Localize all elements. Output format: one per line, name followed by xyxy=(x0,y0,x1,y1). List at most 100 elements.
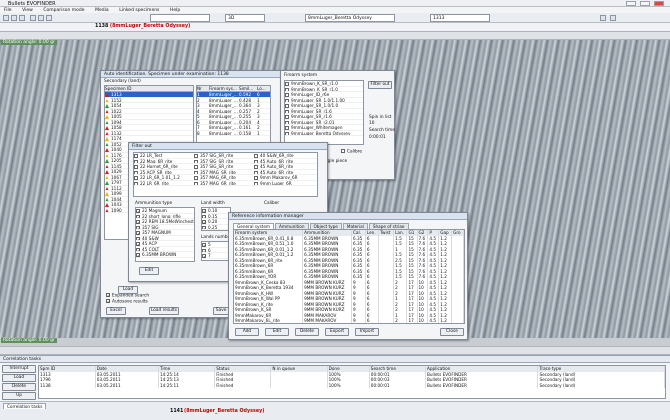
correlation-grid[interactable]: Spm ID Date Time Status N in queue Done Search… xyxy=(38,365,666,399)
ref-cell: 6 xyxy=(365,324,378,325)
firearm-system-list[interactable]: 9mmBrown_K_SR_r1.0 9mmBrown_K_SR_r1.0 9mmL… xyxy=(284,80,364,145)
checkbox[interactable] xyxy=(285,126,289,130)
land-width-list[interactable]: 0.100.150.200.25 xyxy=(201,207,231,231)
checkbox[interactable] xyxy=(136,225,140,230)
ref-cell: 9MM BROWN KURZ xyxy=(302,307,352,313)
up-task-button[interactable]: Up xyxy=(2,392,36,400)
firearm-icon xyxy=(194,159,198,164)
checkbox[interactable] xyxy=(136,247,140,252)
minimize-button[interactable] xyxy=(626,1,636,6)
delete-button[interactable]: Delete xyxy=(295,328,319,336)
filter-item: 45 Auto_6R_rite xyxy=(260,158,294,164)
similarity-row[interactable]: 8 8mmLuger_...0.158 1 xyxy=(197,130,270,136)
calibre-check[interactable]: Calibre xyxy=(341,149,362,155)
col-lo[interactable]: Lo... xyxy=(257,86,266,91)
rotate-icon[interactable] xyxy=(46,15,52,21)
filter-out-button[interactable]: Filter out xyxy=(368,81,392,89)
check-item[interactable]: 6.35MM BROWN xyxy=(136,252,194,258)
delete-task-button[interactable]: Delete xyxy=(2,383,36,391)
export-button[interactable]: Export xyxy=(325,328,349,336)
rotation-label-bottom: Rotation angle: 0.00 gr xyxy=(1,338,57,343)
checkbox[interactable] xyxy=(202,225,206,230)
ref-grid[interactable]: Firearm system Ammunition Cal. Len. Twist Lan… xyxy=(233,229,465,324)
checkbox[interactable] xyxy=(285,131,289,136)
open-icon[interactable] xyxy=(3,15,9,21)
select-view[interactable] xyxy=(150,14,210,22)
checkbox[interactable] xyxy=(202,254,206,258)
edit-button[interactable]: Edit xyxy=(139,267,159,275)
checkbox[interactable] xyxy=(285,82,289,86)
checkbox[interactable] xyxy=(202,220,206,224)
correlation-row[interactable]: 1138 03.05.2011 14:25:11 Finished 100% 00:00:… xyxy=(39,382,665,388)
checkbox[interactable] xyxy=(285,104,289,108)
lands-number-list[interactable]: 567 xyxy=(201,241,231,261)
marker-icon xyxy=(105,153,109,158)
specimen-id: 1176 xyxy=(111,152,122,158)
checkbox[interactable] xyxy=(202,243,206,247)
checkbox[interactable] xyxy=(202,214,206,219)
checkbox[interactable] xyxy=(136,209,140,213)
checkbox[interactable] xyxy=(136,242,140,246)
checkbox[interactable] xyxy=(285,87,289,92)
interrupt-task-button[interactable]: Interrupt xyxy=(2,365,36,373)
firearm-label: 9mmLuger_SR_1.0/1.0 xyxy=(291,103,339,108)
firearm-icon xyxy=(254,170,258,175)
check-item[interactable]: 0.25 xyxy=(202,225,230,230)
check-label: 45 COLT xyxy=(142,246,160,252)
ref-cell: 17 xyxy=(407,324,417,325)
checkbox[interactable] xyxy=(285,115,289,119)
load-button[interactable]: Load xyxy=(118,286,138,294)
checkbox[interactable] xyxy=(136,236,140,241)
ref-cell: 9MM BROWN KURZ xyxy=(302,296,352,302)
select-specimen[interactable]: 8mmLuger_Beretta Odyssey xyxy=(305,14,395,22)
checkbox[interactable] xyxy=(285,98,289,103)
specimen-id: 1174 xyxy=(111,136,122,141)
maximize-button[interactable] xyxy=(640,1,650,6)
similarity-list[interactable]: Nr Firearm sys... Simil... Lo... 1 8mmLuger_… xyxy=(196,85,271,145)
firearm-icon xyxy=(194,165,198,169)
zoom-in-icon[interactable] xyxy=(30,15,36,21)
checkbox[interactable] xyxy=(136,220,140,224)
check-label: 357 MAGNUM xyxy=(142,230,171,235)
load-results-button[interactable]: Load results xyxy=(149,307,179,315)
select-compare[interactable]: 1313 xyxy=(430,14,490,22)
print-icon[interactable] xyxy=(19,15,25,21)
ref-row[interactable]: 9mmMakarov_6R9MM MAKAROV96 217104.51.2 xyxy=(234,324,464,325)
filter-list[interactable]: 22 LR_Test 357 SIG_SR_rite 40 S&W_6R_rite 2… xyxy=(133,152,318,197)
layout-icon[interactable] xyxy=(610,15,616,21)
firearm-item[interactable]: 9mmLuger_Beretta Odyssey xyxy=(285,131,363,136)
edit-button[interactable]: Edit xyxy=(265,328,289,336)
close-button[interactable] xyxy=(654,1,664,6)
checkbox[interactable] xyxy=(136,231,140,235)
close-button[interactable]: Close xyxy=(440,328,464,336)
checkbox[interactable] xyxy=(136,253,140,257)
filter-row[interactable]: 22 LR_6R_rite 357 MAG_6R_rite 9mm Luger_6R xyxy=(134,180,317,186)
add-button[interactable]: Add xyxy=(235,328,259,336)
filter-item: 357 MAG_6R_rite xyxy=(200,180,236,186)
select-mode[interactable]: 3D xyxy=(225,14,265,22)
save-icon[interactable] xyxy=(11,15,17,21)
excel-button[interactable]: Excel xyxy=(106,307,126,315)
checkbox[interactable] xyxy=(202,248,206,253)
spin-value[interactable]: 10 xyxy=(369,121,374,126)
ammo-type-list[interactable]: 22 Magnum22 short_long_rifle22 REM 18.5M… xyxy=(135,207,195,262)
zoom-out-icon[interactable] xyxy=(38,15,44,21)
tab-correlation-tasks[interactable]: Correlation tasks xyxy=(3,403,47,409)
settings-icon[interactable] xyxy=(600,15,606,21)
checkbox[interactable] xyxy=(285,109,289,114)
firearm-icon xyxy=(254,154,258,158)
check-item[interactable]: 7 xyxy=(202,253,230,259)
checkbox[interactable] xyxy=(202,209,206,213)
bottom-bar: Correlation tasks 1141 (8mmLuger_Beretta… xyxy=(0,401,670,420)
checkbox[interactable] xyxy=(285,120,289,125)
col-specimen-id[interactable]: Specimen ID xyxy=(105,86,131,91)
checkbox[interactable] xyxy=(285,93,289,97)
similarity-cell: 0.158 xyxy=(239,130,251,136)
similarity-cell: 1 xyxy=(257,130,260,136)
checkbox[interactable] xyxy=(136,214,140,219)
right-specimen-id: 1141 xyxy=(170,409,184,414)
autosave-check[interactable]: Autosave results xyxy=(106,299,148,305)
import-button[interactable]: Import xyxy=(355,328,379,336)
specimen-id: 1067 xyxy=(111,174,122,180)
load-task-button[interactable]: Load xyxy=(2,374,36,382)
